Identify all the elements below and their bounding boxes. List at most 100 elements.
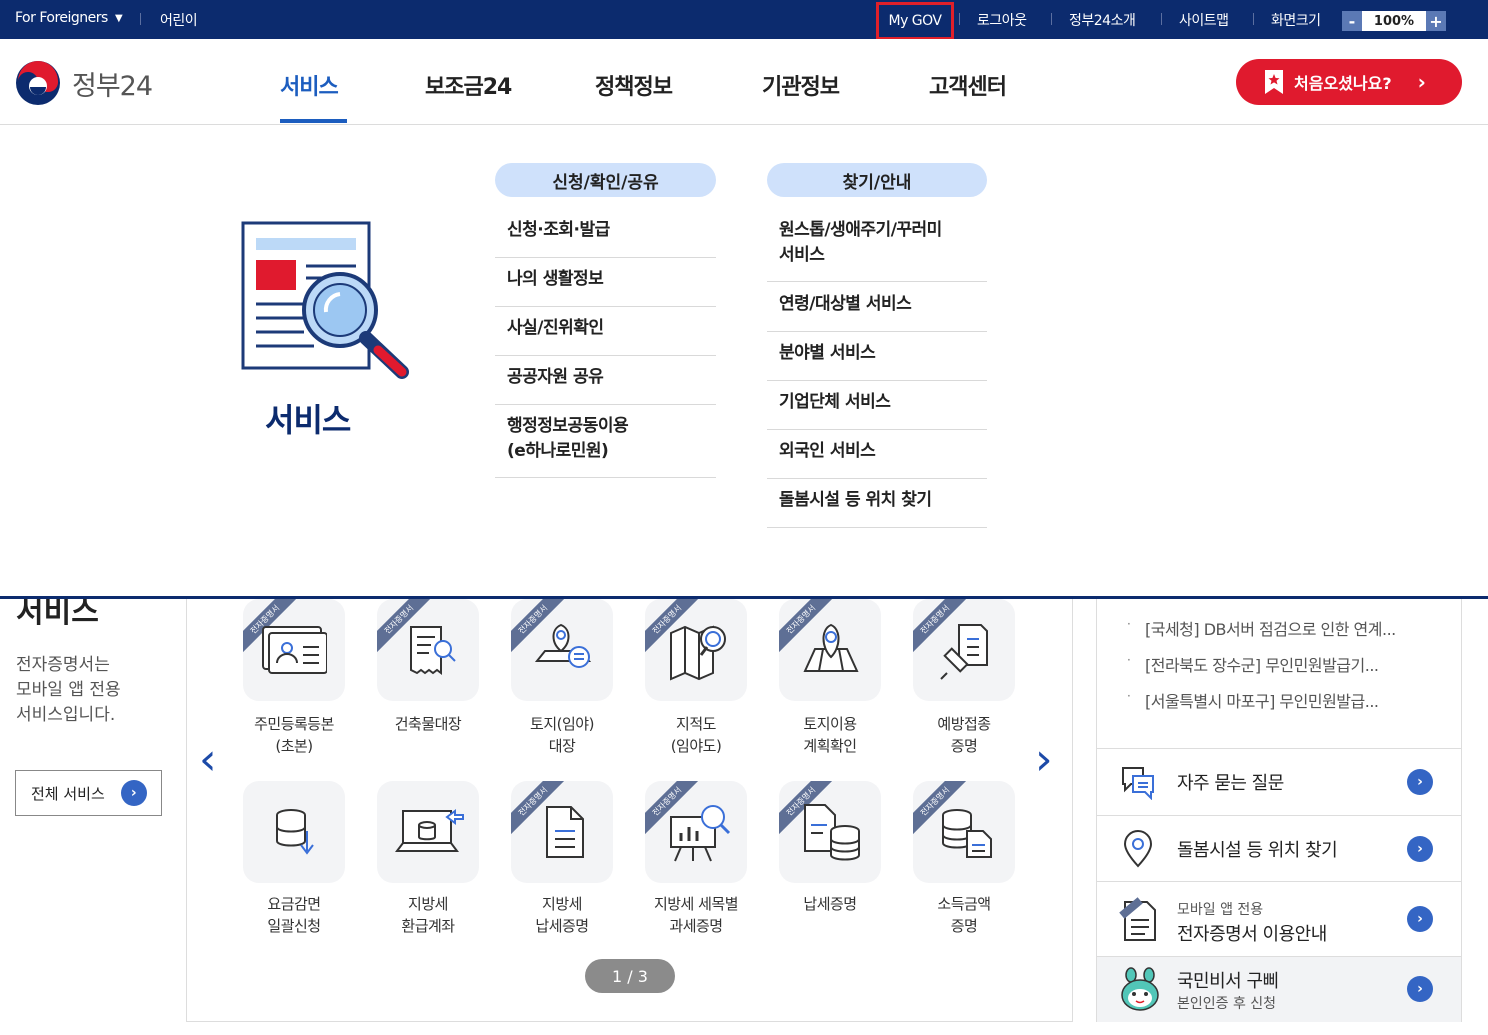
mobile-certificate-icon <box>1119 897 1156 941</box>
kids-link[interactable]: 어린이 <box>160 10 198 30</box>
database-document-icon <box>942 809 992 858</box>
gubbi-label: 국민비서 구삐 <box>1177 971 1279 992</box>
menu-company[interactable]: 기업단체 서비스 <box>767 390 987 430</box>
news-item[interactable]: [국세청] DB서버 점검으로 인한 연계... <box>1145 616 1396 640</box>
mygov-link[interactable]: My GOV <box>876 2 954 40</box>
chevron-down-icon[interactable]: ▼ <box>115 13 123 24</box>
zoom-control: - 100% + <box>1342 11 1446 31</box>
tile-label-line2: 증명 <box>950 737 978 755</box>
nav-policy[interactable]: 정책정보 <box>595 69 673 101</box>
tile-label-line1: 지적도 <box>676 715 716 733</box>
tile-card: 전자증명서 <box>243 599 345 701</box>
map-pin-icon <box>803 623 859 672</box>
menu-public-resource[interactable]: 공공자원 공유 <box>495 365 716 405</box>
desc-line-3: 서비스입니다. <box>16 705 116 725</box>
tile-card: 전자증명서 <box>377 599 479 701</box>
taegeuk-logo-icon <box>16 61 60 105</box>
document-database-icon <box>804 804 860 861</box>
right-panel: · [국세청] DB서버 점검으로 인한 연계... · [전라북도 장수군] … <box>1096 599 1462 1022</box>
menu-field[interactable]: 분야별 서비스 <box>767 341 987 381</box>
utility-bar: For Foreigners ▼ 어린이 My GOV 로그아웃 정부24소개 … <box>0 0 1488 40</box>
tile-card: 전자증명서 <box>913 781 1015 883</box>
menu-apply-issue[interactable]: 신청·조회·발급 <box>495 218 716 258</box>
chevron-right-icon: › <box>1417 70 1426 94</box>
carousel-pager[interactable]: 1 / 3 <box>585 959 675 993</box>
sitemap-link[interactable]: 사이트맵 <box>1179 10 1229 30</box>
menu-age-target[interactable]: 연령/대상별 서비스 <box>767 292 987 332</box>
care-location-link[interactable]: 돌봄시설 등 위치 찾기 › <box>1097 815 1461 881</box>
tile-label: 소득금액 증명 <box>894 893 1034 937</box>
tile-card: 전자증명서 <box>779 599 881 701</box>
desc-line-1: 전자증명서는 <box>16 655 110 675</box>
menu-ehanaro[interactable]: 행정정보공동이용 (e하나로민원) <box>495 414 716 478</box>
tile-label: 건축물대장 <box>358 713 498 735</box>
bullet-icon: · <box>1127 689 1131 703</box>
tile-label-line1: 소득금액 <box>937 895 991 913</box>
chevron-right-icon: › <box>1407 836 1433 862</box>
mygov-label: My GOV <box>888 13 942 29</box>
tile-label: 지방세 세목별 과세증명 <box>626 893 766 937</box>
tile-label: 예방접종 증명 <box>894 713 1034 757</box>
all-services-button[interactable]: 전체 서비스 › <box>15 770 162 816</box>
menu-foreigner[interactable]: 외국인 서비스 <box>767 439 987 479</box>
tile-label-line2: 납세증명 <box>535 917 589 935</box>
tile-label-line2: (임야도) <box>670 737 722 755</box>
main-header: 정부24 서비스 보조금24 정책정보 기관정보 고객센터 처음오셨나요? › <box>0 39 1488 125</box>
syringe-icon <box>940 624 988 680</box>
tile-label: 토지이용 계획확인 <box>760 713 900 757</box>
all-services-label: 전체 서비스 <box>31 784 105 803</box>
mobile-cert-link[interactable]: 모바일 앱 전용 전자증명서 이용안내 › <box>1097 881 1461 956</box>
tile-label-line2: 환급계좌 <box>401 917 455 935</box>
database-transfer-icon <box>395 809 464 852</box>
tile-label: 주민등록등본 (초본) <box>224 713 364 757</box>
tile-label-line1: 지방세 <box>542 895 582 913</box>
mega-title: 서비스 <box>265 401 351 439</box>
first-visit-button[interactable]: 처음오셨나요? › <box>1236 59 1462 105</box>
gubbi-mascot-icon <box>1121 967 1159 1011</box>
nav-customer-center[interactable]: 고객센터 <box>929 69 1007 101</box>
chevron-right-icon: › <box>1407 906 1433 932</box>
carousel-prev-button[interactable]: ‹ <box>199 734 217 785</box>
nav-agency[interactable]: 기관정보 <box>762 69 840 101</box>
menu-verify[interactable]: 사실/진위확인 <box>495 316 716 356</box>
tile-label-line2: (초본) <box>275 737 313 755</box>
document-magnifier-icon <box>241 221 409 379</box>
bullet-icon: · <box>1127 653 1131 667</box>
tile-card: 전자증명서 <box>645 599 747 701</box>
tile-label-line2: 과세증명 <box>669 917 723 935</box>
active-tab-indicator <box>280 119 347 123</box>
database-down-icon <box>276 809 314 855</box>
menu-onestop[interactable]: 원스톱/생애주기/꾸러미 서비스 <box>767 218 987 282</box>
gubbi-sub-label: 본인인증 후 신청 <box>1177 996 1277 1012</box>
for-foreigners-link[interactable]: For Foreigners <box>15 10 108 26</box>
news-item[interactable]: [서울특별시 마포구] 무인민원발급... <box>1145 688 1379 712</box>
divider <box>1161 13 1162 25</box>
tile-card: 전자증명서 <box>511 781 613 883</box>
intro-link[interactable]: 정부24소개 <box>1069 10 1136 30</box>
nav-subsidy[interactable]: 보조금24 <box>425 69 512 101</box>
carousel-next-button[interactable]: › <box>1035 734 1053 785</box>
document-search-icon <box>410 626 456 675</box>
nav-services[interactable]: 서비스 <box>280 69 339 101</box>
gubbi-link[interactable]: 국민비서 구삐 본인인증 후 신청 › <box>1097 956 1461 1022</box>
faq-link[interactable]: 자주 묻는 질문 › <box>1097 748 1461 815</box>
tile-card: 전자증명서 <box>779 781 881 883</box>
menu-care-location[interactable]: 돌봄시설 등 위치 찾기 <box>767 488 987 528</box>
tile-label: 납세증명 <box>760 893 900 915</box>
news-item[interactable]: [전라북도 장수군] 무인민원발급기... <box>1145 652 1379 676</box>
zoom-out-button[interactable]: - <box>1342 11 1362 31</box>
zoom-in-button[interactable]: + <box>1426 11 1446 31</box>
land-pin-icon <box>534 623 592 668</box>
tile-card: 전자증명서 <box>913 599 1015 701</box>
divider <box>959 13 960 25</box>
menu-life-info[interactable]: 나의 생활정보 <box>495 267 716 307</box>
zoom-label: 화면크기 <box>1271 13 1321 29</box>
mobile-cert-label: 전자증명서 이용안내 <box>1177 924 1327 945</box>
tile-label: 지방세납세증명 <box>492 893 632 937</box>
logo[interactable]: 정부24 <box>14 59 153 107</box>
menu-ehanaro-line2: (e하나로민원) <box>507 441 609 461</box>
faq-label: 자주 묻는 질문 <box>1177 773 1284 794</box>
section-title-partial: 서비스 <box>16 599 99 630</box>
map-search-icon <box>670 625 726 681</box>
logout-link[interactable]: 로그아웃 <box>977 10 1027 30</box>
